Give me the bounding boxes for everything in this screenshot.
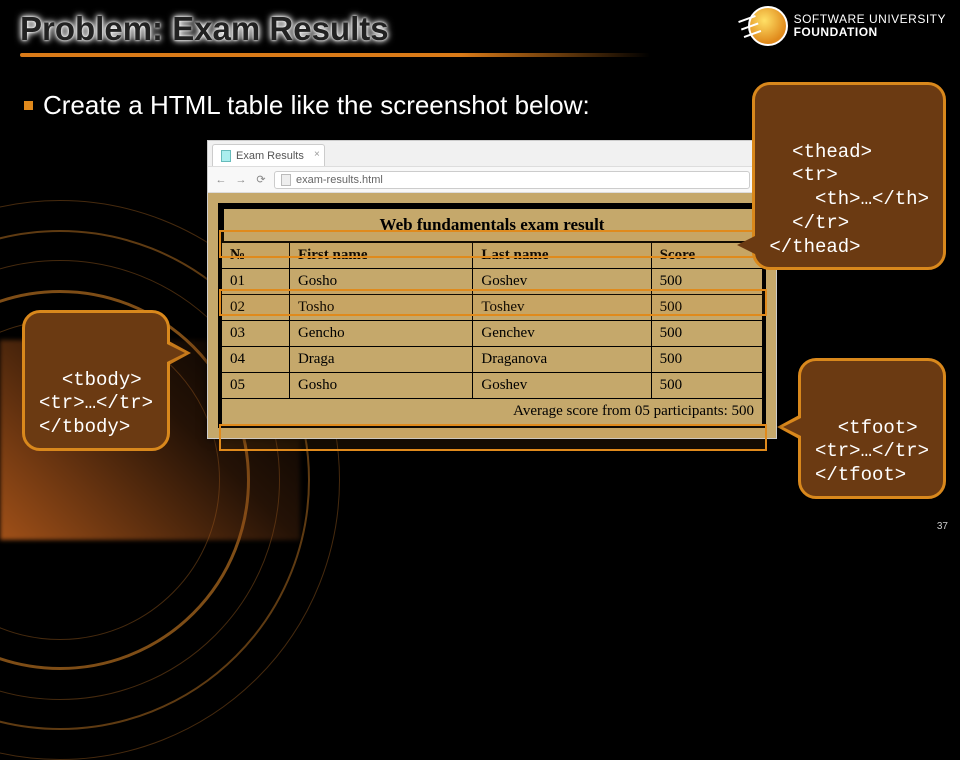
callout-tbody-code: <tbody> <tr>…</tr> </tbody> (39, 369, 153, 439)
title-underline (20, 53, 650, 57)
back-icon[interactable]: ← (214, 174, 228, 186)
table-head: № First name Last name Score (222, 243, 763, 269)
footer-cell: Average score from 05 participants: 500 (222, 399, 763, 425)
page-icon (281, 174, 291, 186)
callout-thead-code: <thead> <tr> <th>…</th> </tr> </thead> (769, 141, 929, 258)
lightbulb-icon (748, 6, 788, 46)
browser-window: Exam Results × ← → ⟳ exam-results.html ≡… (207, 140, 777, 439)
forward-icon[interactable]: → (234, 174, 248, 186)
page-body: Web fundamentals exam result № First nam… (208, 193, 776, 438)
table-row: 05GoshoGoshev500 (222, 373, 763, 399)
table-row: 02ToshoToshev500 (222, 295, 763, 321)
bullet-icon (24, 101, 33, 110)
browser-tabbar: Exam Results × (208, 141, 776, 167)
callout-tfoot-code: <tfoot> <tr>…</tr> </tfoot> (815, 417, 929, 487)
logo: SOFTWARE UNIVERSITY FOUNDATION (748, 6, 946, 46)
logo-line2: FOUNDATION (794, 26, 946, 39)
table-caption: Web fundamentals exam result (221, 206, 763, 242)
browser-urlbar: ← → ⟳ exam-results.html ≡ (208, 167, 776, 193)
reload-icon[interactable]: ⟳ (254, 173, 268, 186)
bullet-text: Create a HTML table like the screenshot … (43, 90, 590, 121)
table-foot: Average score from 05 participants: 500 (222, 399, 763, 425)
table-row: 03GenchoGenchev500 (222, 321, 763, 347)
slide-number: 37 (937, 521, 948, 532)
callout-tbody: <tbody> <tr>…</tr> </tbody> (22, 310, 170, 451)
callout-thead: <thead> <tr> <th>…</th> </tr> </thead> (752, 82, 946, 270)
col-last: Last name (473, 243, 651, 269)
browser-tab[interactable]: Exam Results × (212, 144, 325, 166)
table-row: 01GoshoGoshev500 (222, 269, 763, 295)
table-row: 04DragaDraganova500 (222, 347, 763, 373)
col-num: № (222, 243, 290, 269)
table-body: 01GoshoGoshev500 02ToshoToshev500 03Genc… (222, 269, 763, 399)
col-first: First name (289, 243, 472, 269)
callout-tfoot: <tfoot> <tr>…</tr> </tfoot> (798, 358, 946, 499)
bullet-line: Create a HTML table like the screenshot … (24, 90, 590, 121)
close-icon[interactable]: × (314, 149, 320, 160)
file-icon (221, 150, 231, 162)
url-text: exam-results.html (296, 174, 383, 186)
slide-title: Problem: Exam Results (20, 10, 389, 48)
tab-label: Exam Results (236, 150, 304, 162)
exam-table: Web fundamentals exam result № First nam… (221, 206, 763, 425)
url-field[interactable]: exam-results.html (274, 171, 750, 189)
